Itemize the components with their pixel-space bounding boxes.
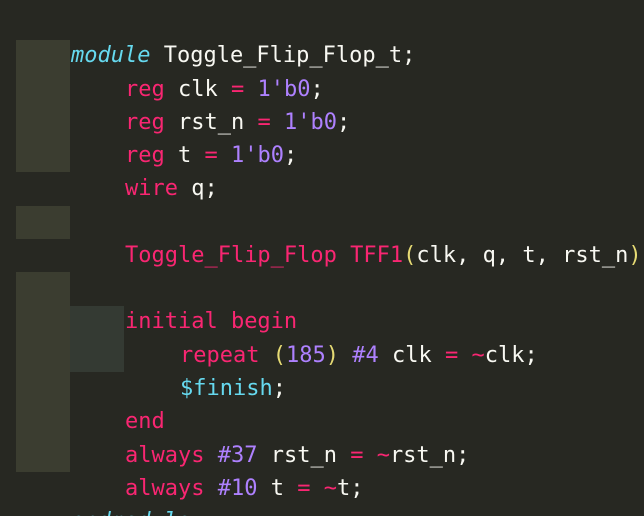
tilde-operator: ~ bbox=[323, 476, 337, 501]
code-line-11[interactable]: $finish; bbox=[127, 339, 286, 401]
tilde-operator: ~ bbox=[471, 343, 485, 368]
semicolon: ; bbox=[336, 110, 351, 135]
identifier: q; bbox=[177, 176, 218, 201]
indent-guide bbox=[16, 206, 70, 239]
number-literal: 1'b0 bbox=[230, 143, 284, 168]
operator: = bbox=[297, 476, 311, 501]
semicolon: ; bbox=[272, 376, 286, 401]
delay: #10 bbox=[217, 476, 258, 501]
close-paren: ) bbox=[325, 343, 339, 368]
wire-keyword: wire bbox=[124, 176, 178, 201]
identifier: clk; bbox=[484, 343, 538, 368]
endmodule-keyword: endmodule bbox=[71, 509, 190, 516]
code-line-13[interactable]: always #37 rst_n = ~rst_n; bbox=[72, 406, 469, 468]
code-line-10[interactable]: repeat (185) #4 clk = ~clk; bbox=[127, 306, 538, 368]
identifier: rst_n; bbox=[389, 443, 470, 468]
close-paren: ) bbox=[628, 243, 642, 268]
code-line-12[interactable]: end bbox=[72, 372, 165, 434]
system-task: $finish bbox=[179, 376, 273, 401]
delay: #4 bbox=[352, 343, 379, 368]
code-line-1[interactable]: module Toggle_Flip_Flop_t; bbox=[18, 6, 415, 68]
number-literal: 185 bbox=[285, 343, 326, 368]
operator: = bbox=[444, 343, 459, 368]
open-paren: ( bbox=[403, 243, 417, 268]
port-list: clk, q, t, rst_n bbox=[416, 243, 629, 268]
tilde-operator: ~ bbox=[376, 443, 390, 468]
code-editor[interactable]: module Toggle_Flip_Flop_t; reg clk = 1'b… bbox=[0, 0, 644, 516]
code-line-15[interactable]: endmodule bbox=[18, 472, 190, 516]
module-type: Toggle_Flip_Flop bbox=[124, 243, 337, 268]
code-line-7[interactable]: Toggle_Flip_Flop TFF1(clk, q, t, rst_n); bbox=[72, 206, 644, 268]
code-line-5[interactable]: wire q; bbox=[72, 139, 218, 201]
identifier: t bbox=[257, 476, 298, 501]
identifier: t; bbox=[336, 476, 364, 501]
indent-guide bbox=[16, 272, 70, 472]
identifier: clk bbox=[378, 343, 445, 368]
code-line-14[interactable]: always #10 t = ~t; bbox=[72, 439, 363, 501]
code-line-9[interactable]: initial begin bbox=[72, 272, 297, 334]
instance-name: TFF1 bbox=[350, 243, 404, 268]
code-line-4[interactable]: reg t = 1'b0; bbox=[72, 106, 297, 168]
semicolon: ; bbox=[283, 143, 298, 168]
code-line-2[interactable]: reg clk = 1'b0; bbox=[72, 40, 324, 102]
code-line-3[interactable]: reg rst_n = 1'b0; bbox=[72, 73, 350, 135]
